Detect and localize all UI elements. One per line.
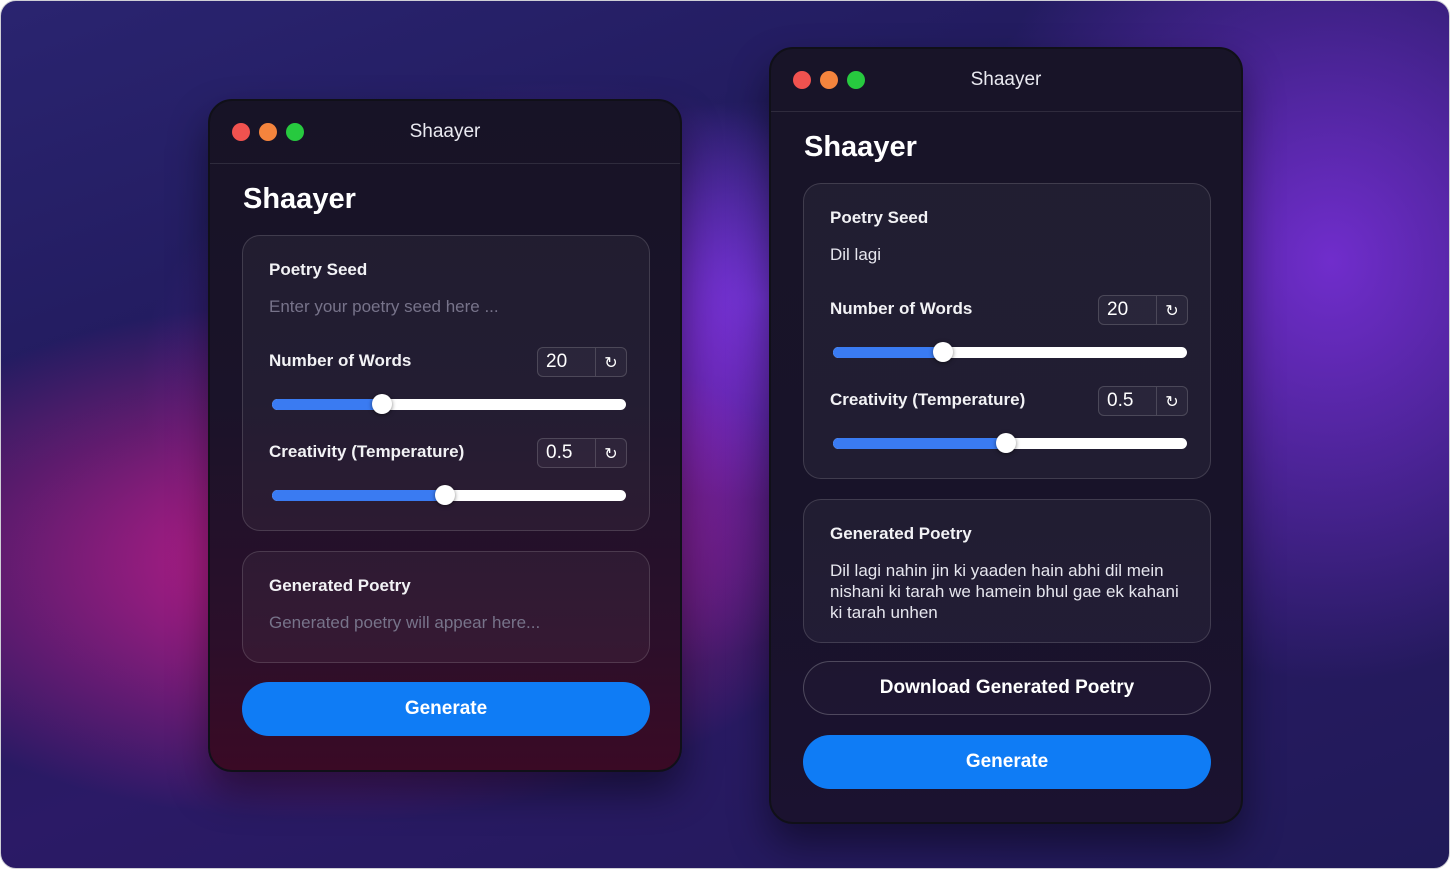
- generate-button[interactable]: Generate: [242, 682, 650, 736]
- number-of-words-slider[interactable]: [833, 342, 1187, 362]
- temperature-label: Creativity (Temperature): [830, 390, 1026, 409]
- poetry-seed-label: Poetry Seed: [269, 260, 368, 279]
- poetry-seed-input[interactable]: Enter your poetry seed here ...: [269, 296, 629, 317]
- slider-thumb[interactable]: [932, 342, 953, 362]
- temperature-field[interactable]: 0.5 ↻: [537, 438, 627, 468]
- slider-thumb[interactable]: [996, 433, 1017, 453]
- reset-icon[interactable]: ↻: [1156, 387, 1187, 415]
- slider-thumb[interactable]: [371, 394, 392, 414]
- reset-icon[interactable]: ↻: [595, 439, 626, 467]
- download-poetry-button[interactable]: Download Generated Poetry: [803, 661, 1211, 715]
- generated-poetry-text: Generated poetry will appear here...: [269, 613, 541, 632]
- reset-icon[interactable]: ↻: [1156, 296, 1187, 324]
- generated-poetry-label: Generated Poetry: [269, 576, 411, 595]
- number-of-words-label: Number of Words: [269, 351, 412, 370]
- temperature-value[interactable]: 0.5: [546, 442, 572, 464]
- poetry-seed-input[interactable]: Dil lagi: [830, 244, 1190, 265]
- slider-fill: [833, 347, 943, 358]
- slider-thumb[interactable]: [435, 485, 456, 505]
- output-card: Generated Poetry Dil lagi nahin jin ki y…: [803, 499, 1211, 643]
- slider-fill: [272, 399, 382, 410]
- settings-card: Poetry Seed Enter your poetry seed here …: [242, 235, 650, 531]
- generate-button[interactable]: Generate: [803, 735, 1211, 789]
- app-heading: Shaayer: [804, 131, 917, 163]
- poetry-seed-label: Poetry Seed: [830, 208, 929, 227]
- number-of-words-field[interactable]: 20 ↻: [537, 347, 627, 377]
- app-window-result: Shaayer Shaayer Poetry Seed Dil lagi Num…: [769, 47, 1243, 824]
- number-of-words-field[interactable]: 20 ↻: [1098, 295, 1188, 325]
- title-bar: Shaayer: [210, 101, 680, 164]
- app-heading: Shaayer: [243, 183, 356, 215]
- desktop-background: Shaayer Shaayer Poetry Seed Enter your p…: [0, 0, 1450, 869]
- number-of-words-slider[interactable]: [272, 394, 626, 414]
- window-title: Shaayer: [409, 121, 481, 142]
- temperature-value[interactable]: 0.5: [1107, 390, 1133, 412]
- temperature-label: Creativity (Temperature): [269, 442, 465, 461]
- temperature-field[interactable]: 0.5 ↻: [1098, 386, 1188, 416]
- temperature-slider[interactable]: [833, 433, 1187, 453]
- reset-icon[interactable]: ↻: [595, 348, 626, 376]
- settings-card: Poetry Seed Dil lagi Number of Words 20 …: [803, 183, 1211, 479]
- number-of-words-label: Number of Words: [830, 299, 973, 318]
- slider-fill: [272, 490, 446, 501]
- window-title: Shaayer: [970, 69, 1042, 90]
- slider-fill: [833, 438, 1007, 449]
- generated-poetry-label: Generated Poetry: [830, 524, 972, 543]
- number-of-words-value[interactable]: 20: [546, 351, 567, 373]
- app-window-empty: Shaayer Shaayer Poetry Seed Enter your p…: [208, 99, 682, 772]
- generated-poetry-text: Dil lagi nahin jin ki yaaden hain abhi d…: [830, 561, 1179, 622]
- output-card: Generated Poetry Generated poetry will a…: [242, 551, 650, 663]
- number-of-words-value[interactable]: 20: [1107, 299, 1128, 321]
- temperature-slider[interactable]: [272, 485, 626, 505]
- title-bar: Shaayer: [771, 49, 1241, 112]
